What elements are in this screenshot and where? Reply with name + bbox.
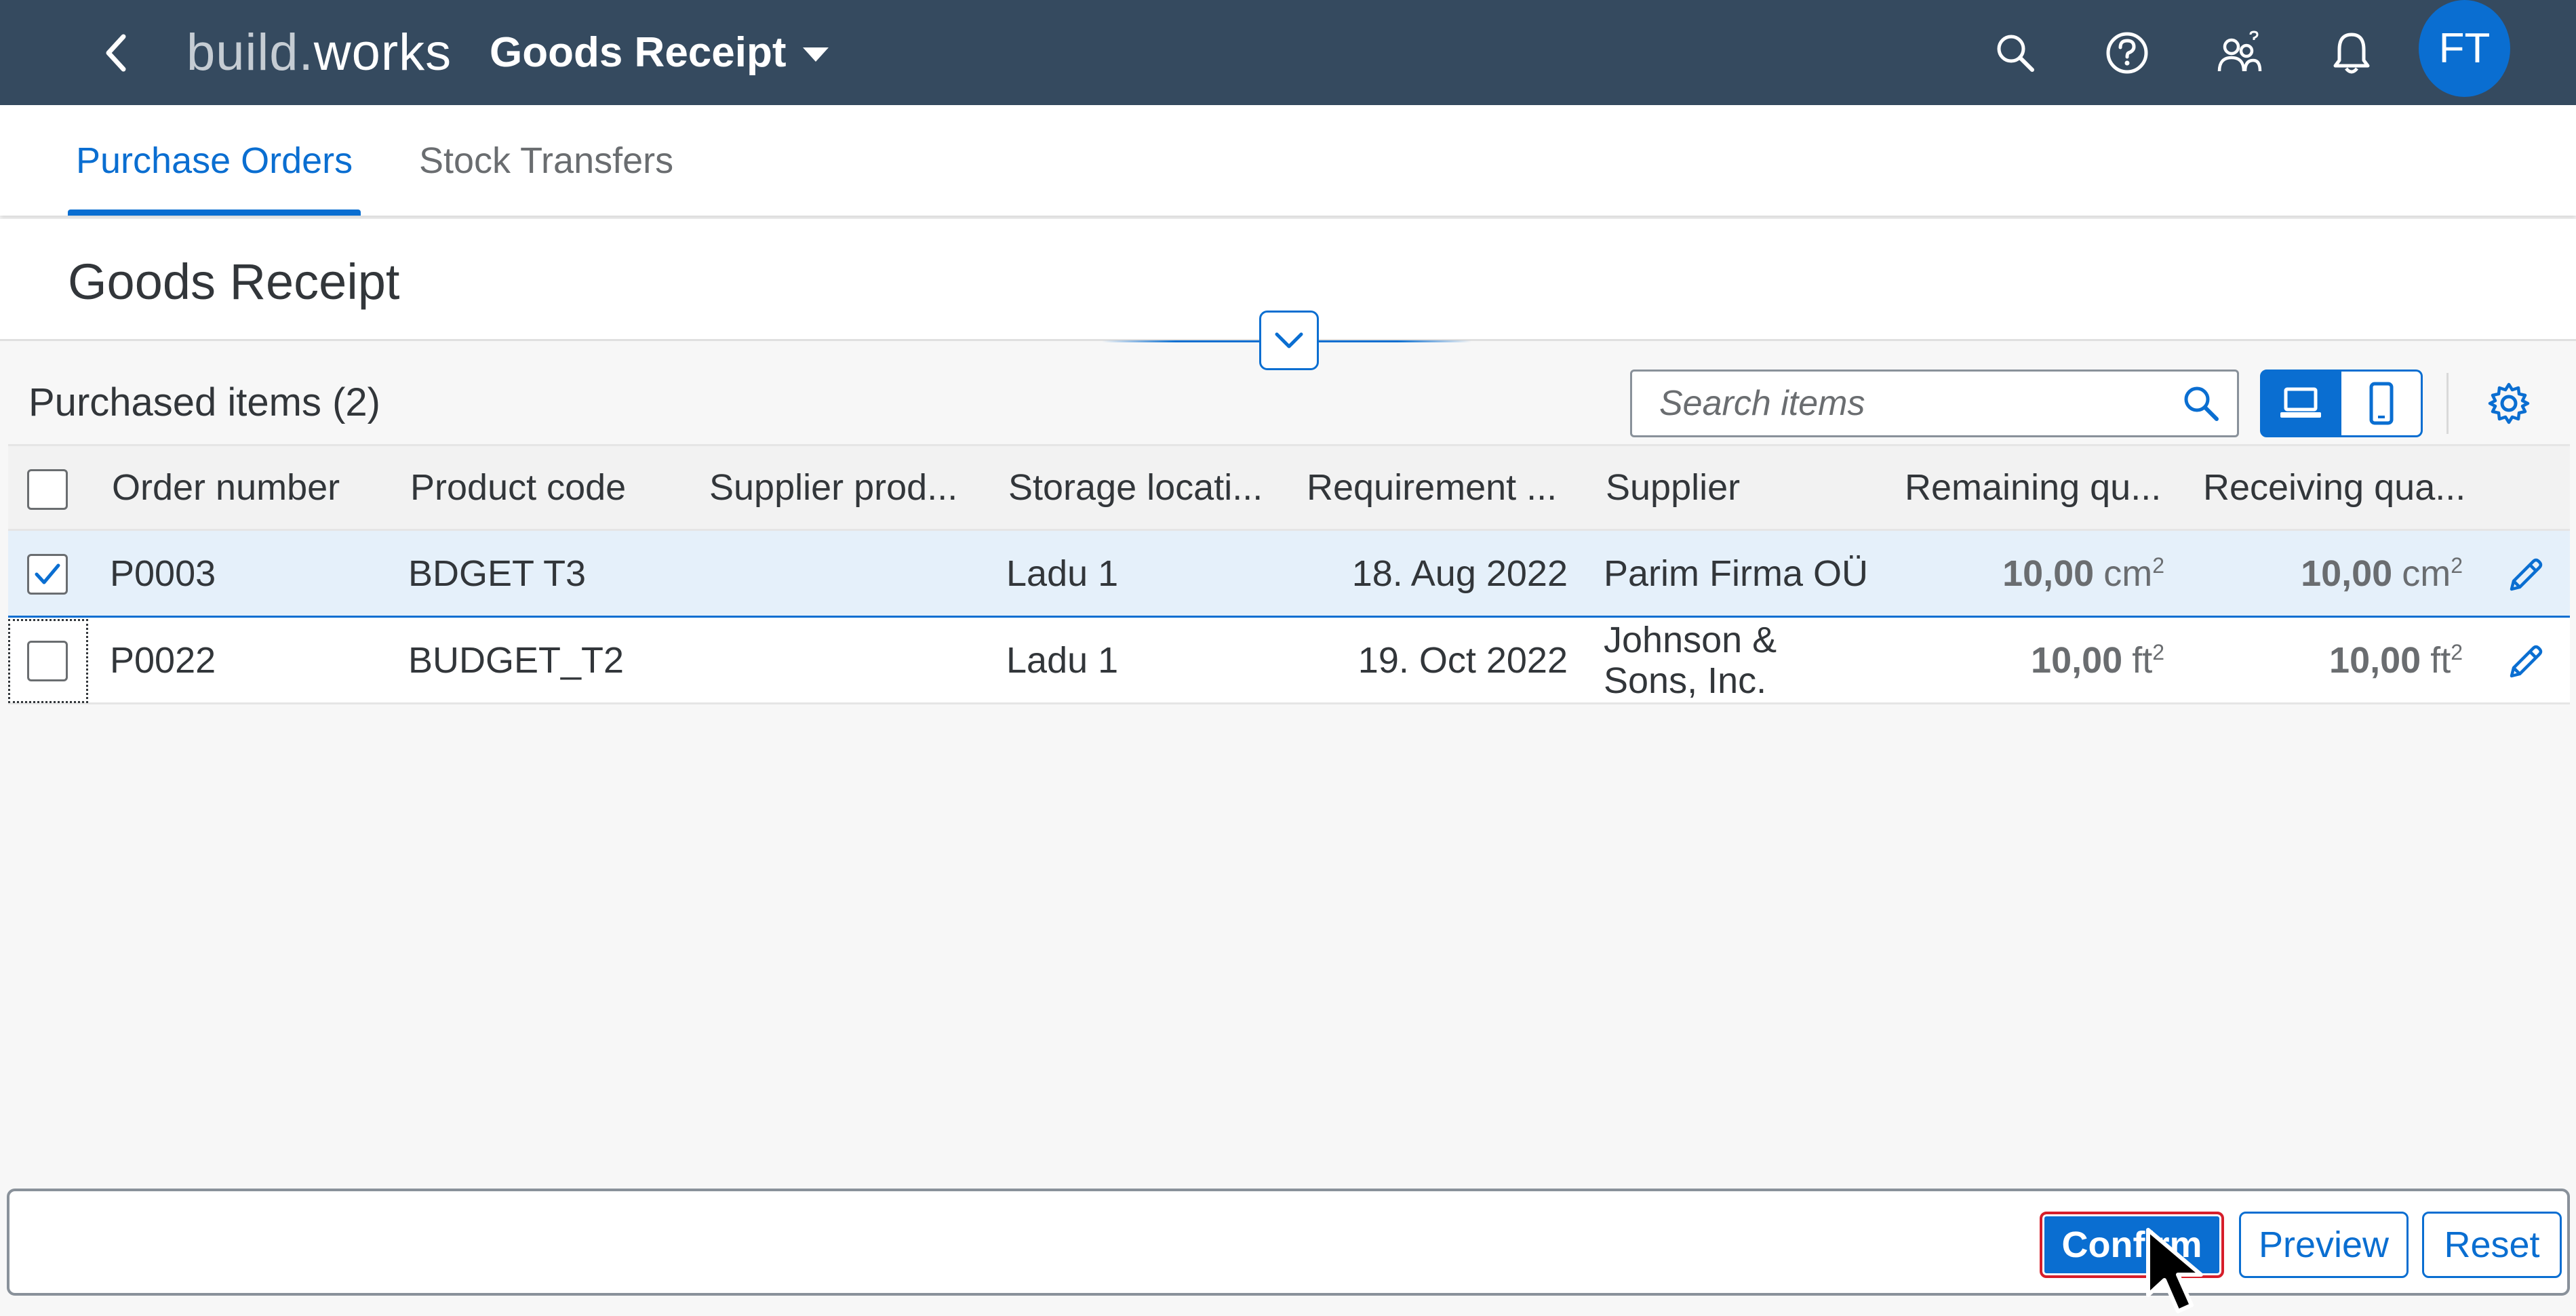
app-title-menu[interactable]: Goods Receipt	[490, 20, 829, 85]
unit-symbol: ft	[2132, 639, 2153, 681]
unit-exponent: 2	[2451, 639, 2463, 664]
back-button[interactable]	[95, 27, 136, 78]
shell-bar: build. works Goods Receipt FT	[0, 0, 2576, 105]
receiving-quantity-unit: cm2	[2402, 553, 2463, 595]
row-select-checkbox[interactable]	[27, 554, 68, 595]
cell-supplier: Johnson & Sons, Inc.	[1604, 619, 1777, 701]
unit-symbol: ft	[2430, 639, 2451, 681]
cell-order-number: P0022	[110, 639, 216, 681]
column-header-storage-location[interactable]: Storage locati...	[1008, 446, 1293, 529]
collaborators-button[interactable]	[2212, 26, 2266, 80]
logo-text-build: build	[186, 24, 299, 81]
footer-toolbar: Confirm Preview Reset	[7, 1189, 2570, 1296]
cell-storage-location: Ladu 1	[1006, 639, 1119, 681]
phone-icon	[2369, 382, 2393, 425]
logo-text-works: works	[313, 24, 452, 81]
search-input[interactable]	[1632, 372, 2175, 435]
cell-receiving-quantity: 10,00 ft2	[2192, 618, 2463, 702]
remaining-quantity-value: 10,00	[2002, 553, 2095, 594]
preview-button[interactable]: Preview	[2239, 1212, 2409, 1278]
reset-button[interactable]: Reset	[2422, 1212, 2562, 1278]
laptop-icon	[2280, 387, 2321, 418]
table-header-row: Order number Product code Supplier prod.…	[8, 444, 2570, 531]
column-header-remaining-quantity[interactable]: Remaining qu...	[1905, 446, 2189, 529]
tab-purchase-orders[interactable]: Purchase Orders	[68, 105, 361, 216]
tab-bar: Purchase Orders Stock Transfers	[0, 105, 2576, 216]
confirm-button[interactable]: Confirm	[2040, 1212, 2224, 1278]
edit-row-button[interactable]	[2503, 554, 2547, 597]
people-icon	[2217, 31, 2262, 72]
toolbar-separator	[2446, 373, 2449, 434]
help-button[interactable]	[2100, 26, 2154, 80]
mobile-view-button[interactable]	[2341, 370, 2423, 437]
search-icon	[1997, 35, 2034, 72]
cell-supplier-product	[709, 531, 994, 616]
page-title: Goods Receipt	[68, 254, 400, 310]
remaining-quantity-unit: cm2	[2103, 553, 2164, 595]
chevron-down-icon	[1275, 332, 1303, 348]
table-row[interactable]: P0022 BUDGET_T2 Ladu 1 19. Oct 2022 John…	[8, 618, 2570, 704]
table-settings-button[interactable]	[2482, 376, 2536, 431]
cell-storage-location: Ladu 1	[1006, 553, 1119, 594]
unit-exponent: 2	[2152, 639, 2164, 664]
unit-exponent: 2	[2451, 553, 2463, 578]
cell-order-number: P0003	[110, 553, 216, 594]
remaining-quantity-value: 10,00	[2031, 639, 2123, 681]
row-select-checkbox[interactable]	[27, 641, 68, 681]
receiving-quantity-value: 10,00	[2301, 553, 2393, 594]
notifications-button[interactable]	[2324, 26, 2379, 80]
cell-remaining-quantity: 10,00 ft2	[1893, 618, 2164, 702]
table-row[interactable]: P0003 BDGET T3 Ladu 1 18. Aug 2022 Parim…	[8, 531, 2570, 618]
remaining-quantity-unit: ft2	[2132, 639, 2164, 681]
chevron-left-icon	[106, 34, 126, 71]
table-heading: Purchased items (2)	[28, 380, 380, 424]
view-mode-toggle	[2260, 370, 2423, 437]
edit-row-button[interactable]	[2503, 641, 2547, 684]
cell-supplier: Parim Firma OÜ	[1604, 553, 1868, 594]
column-header-requirement-date[interactable]: Requirement ...	[1307, 446, 1591, 529]
gear-icon	[2488, 382, 2530, 424]
cell-remaining-quantity: 10,00 cm2	[1893, 531, 2164, 616]
search-icon	[2184, 386, 2219, 421]
logo-text-dot: .	[298, 24, 314, 81]
cell-product-code: BUDGET_T2	[408, 639, 625, 681]
cell-supplier-product	[709, 618, 994, 702]
desktop-view-button[interactable]	[2260, 370, 2341, 437]
column-header-supplier[interactable]: Supplier	[1606, 446, 1890, 529]
user-avatar[interactable]: FT	[2419, 0, 2510, 97]
search-submit-button[interactable]	[2180, 382, 2222, 424]
pencil-icon	[2510, 558, 2543, 591]
help-icon	[2106, 32, 2148, 74]
pencil-icon	[2510, 645, 2543, 678]
purchased-items-table: Order number Product code Supplier prod.…	[8, 444, 2570, 704]
unit-symbol: cm	[2402, 553, 2451, 594]
search-button[interactable]	[1988, 26, 2042, 80]
bell-icon	[2333, 33, 2370, 74]
receiving-quantity-value: 10,00	[2329, 639, 2421, 681]
cell-product-code: BDGET T3	[408, 553, 587, 594]
column-header-order-number[interactable]: Order number	[112, 446, 397, 529]
checkmark-icon	[35, 563, 60, 584]
caret-down-icon	[802, 47, 829, 62]
column-header-supplier-product[interactable]: Supplier prod...	[709, 446, 994, 529]
cell-requirement-date: 19. Oct 2022	[1358, 639, 1568, 681]
search-field	[1630, 370, 2239, 437]
app-logo[interactable]: build. works	[186, 20, 452, 85]
cell-receiving-quantity: 10,00 cm2	[2192, 531, 2463, 616]
cell-requirement-date: 18. Aug 2022	[1351, 553, 1568, 594]
collapse-header-button[interactable]	[1259, 311, 1319, 370]
column-header-receiving-quantity[interactable]: Receiving qua...	[2203, 446, 2488, 529]
receiving-quantity-unit: ft2	[2430, 639, 2463, 681]
app-title: Goods Receipt	[490, 29, 787, 76]
unit-exponent: 2	[2152, 553, 2164, 578]
tab-stock-transfers[interactable]: Stock Transfers	[419, 105, 673, 216]
select-all-checkbox[interactable]	[27, 469, 68, 510]
column-header-product-code[interactable]: Product code	[410, 446, 695, 529]
unit-symbol: cm	[2103, 553, 2153, 594]
